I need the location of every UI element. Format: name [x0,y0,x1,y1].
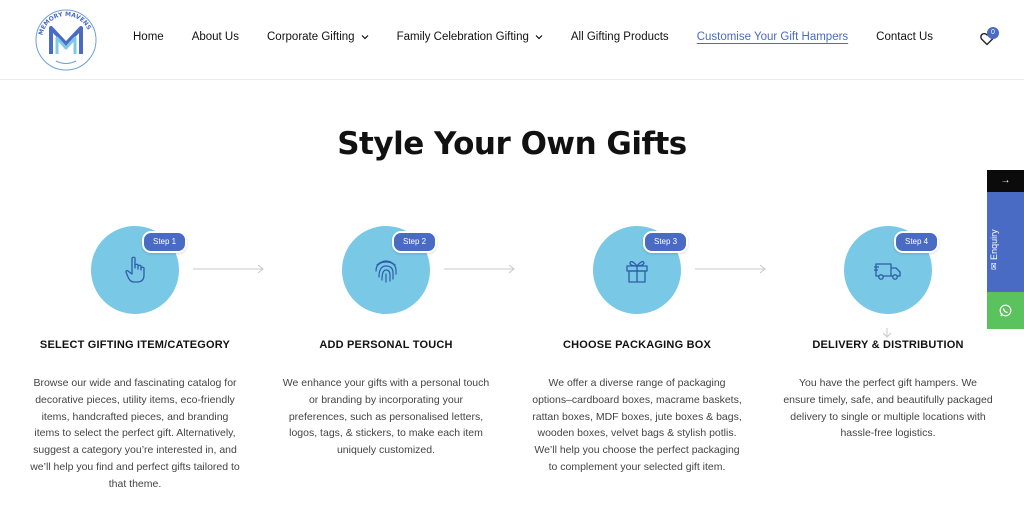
step-connector-arrow [193,264,264,274]
mail-icon: ✉ [989,262,999,270]
scroll-down-arrow-icon [882,328,892,338]
site-header: MEMORY MAVENS Home About Us Corporate Gi… [0,0,1024,80]
step-connector-arrow [695,264,766,274]
whatsapp-button[interactable] [987,292,1024,329]
delivery-truck-icon [874,263,901,280]
memory-mavens-logo[interactable]: MEMORY MAVENS [32,6,100,74]
step-4-title: DELIVERY & DISTRIBUTION [812,339,964,351]
step-2-badge: Step 2 [392,231,438,253]
nav-contact-us-label: Contact Us [876,31,934,43]
step-4-badge: Step 4 [894,231,940,253]
step-connector-arrow [444,264,515,274]
step-1-title: SELECT GIFTING ITEM/CATEGORY [39,339,231,351]
step-4-description: You have the perfect gift hampers. We en… [783,377,993,440]
step-3-description: We offer a diverse range of packaging op… [532,377,742,473]
nav-all-gifting-products-label: All Gifting Products [570,31,669,43]
nav-family-celebration-gifting[interactable]: Family Celebration Gifting [397,31,543,43]
svg-text:MEMORY MAVENS: MEMORY MAVENS [37,11,92,36]
step-1-description: Browse our wide and fascinating catalog … [30,377,240,490]
step-3-badge: Step 3 [643,231,689,253]
enquiry-tab-button[interactable]: ✉ Enquiry [987,192,1024,292]
whatsapp-icon [999,304,1012,317]
chevron-down-icon [535,33,543,41]
nav-home-label: Home [133,31,164,43]
step-2-title: ADD PERSONAL TOUCH [319,339,453,351]
wishlist-count-badge: 0 [987,27,999,39]
main-navigation: Home About Us Corporate Gifting Family C… [133,31,961,43]
nav-family-celebration-gifting-label: Family Celebration Gifting [396,31,529,43]
enquiry-label: Enquiry [989,229,999,260]
nav-customise-gift-hampers-label: Customise Your Gift Hampers [696,31,849,43]
hand-pointer-icon [125,256,145,283]
floating-arrow-button[interactable]: → [987,170,1024,192]
page-title: Style Your Own Gifts [337,126,687,162]
nav-about-us-label: About Us [191,31,239,43]
nav-all-gifting-products[interactable]: All Gifting Products [571,31,669,43]
nav-customise-gift-hampers[interactable]: Customise Your Gift Hampers [697,31,848,43]
step-3-title: CHOOSE PACKAGING BOX [562,339,712,351]
enquiry-label-wrap: ✉ Enquiry [989,190,1000,270]
nav-corporate-gifting[interactable]: Corporate Gifting [267,31,369,43]
nav-about-us[interactable]: About Us [192,31,239,43]
fingerprint-icon [375,260,397,283]
step-1-badge: Step 1 [142,231,188,253]
gift-box-icon [626,260,648,283]
chevron-down-icon [361,33,369,41]
nav-home[interactable]: Home [133,31,164,43]
nav-corporate-gifting-label: Corporate Gifting [267,31,355,43]
step-2-description: We enhance your gifts with a personal to… [282,377,490,457]
nav-contact-us[interactable]: Contact Us [876,31,933,43]
